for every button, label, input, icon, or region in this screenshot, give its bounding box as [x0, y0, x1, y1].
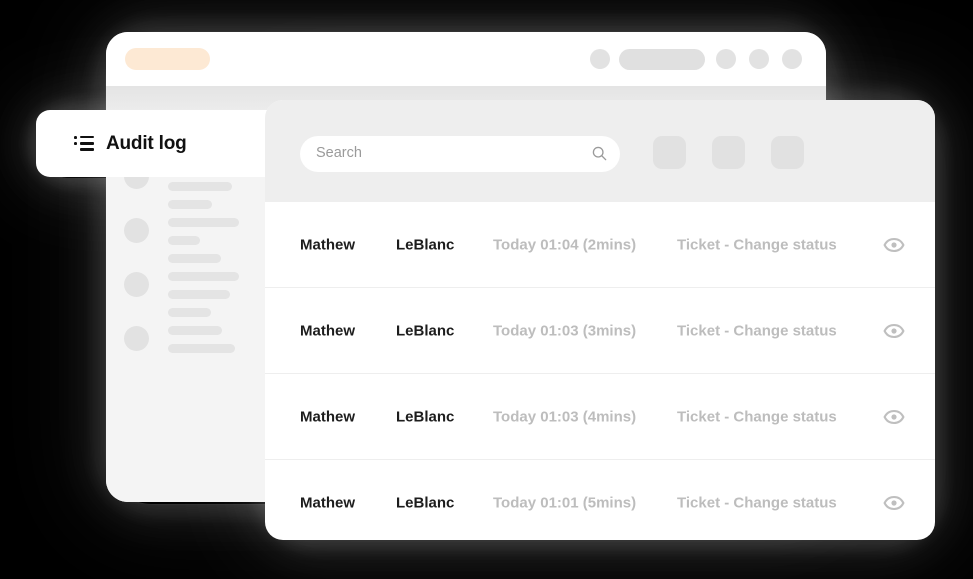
- toolbar-circle-icon-1[interactable]: [590, 49, 610, 69]
- table-row[interactable]: Mathew LeBlanc Today 01:01 (5mins) Ticke…: [265, 460, 935, 540]
- skeleton-avatar: [124, 218, 149, 243]
- search-placeholder: Search: [316, 145, 362, 161]
- toolbar-pill-placeholder[interactable]: [619, 49, 705, 70]
- audit-log-card[interactable]: Audit log: [36, 110, 286, 177]
- skeleton-avatar: [124, 326, 149, 351]
- table-row[interactable]: Mathew LeBlanc Today 01:03 (4mins) Ticke…: [265, 374, 935, 460]
- audit-log-rows: Mathew LeBlanc Today 01:04 (2mins) Ticke…: [265, 202, 935, 540]
- row-action: Ticket - Change status: [677, 236, 837, 253]
- skeleton-bar: [168, 182, 232, 191]
- search-input[interactable]: Search: [300, 136, 620, 172]
- toolbar-circle-icon-4[interactable]: [782, 49, 802, 69]
- window-toolbar: [106, 32, 826, 86]
- row-first-name: Mathew: [300, 494, 356, 511]
- skeleton-bar: [168, 236, 200, 245]
- row-timestamp: Today 01:01 (5mins): [493, 494, 637, 511]
- table-row[interactable]: Mathew LeBlanc Today 01:04 (2mins) Ticke…: [265, 202, 935, 288]
- skeleton-bar: [168, 218, 239, 227]
- skeleton-bar: [168, 254, 221, 263]
- view-details-button[interactable]: [883, 492, 905, 514]
- row-action: Ticket - Change status: [677, 322, 837, 339]
- export-button[interactable]: [771, 136, 804, 169]
- skeleton-bar: [168, 308, 211, 317]
- skeleton-bar: [168, 272, 239, 281]
- row-timestamp: Today 01:03 (4mins): [493, 408, 637, 425]
- eye-icon: [883, 237, 905, 252]
- row-last-name: LeBlanc: [396, 322, 455, 339]
- row-first-name: Mathew: [300, 322, 356, 339]
- audit-log-title: Audit log: [106, 132, 187, 154]
- search-icon[interactable]: [592, 146, 607, 161]
- eye-icon: [883, 495, 905, 510]
- table-toolbar: Search: [265, 100, 935, 202]
- row-timestamp: Today 01:03 (3mins): [493, 322, 637, 339]
- toolbar-circle-icon-3[interactable]: [749, 49, 769, 69]
- skeleton-bar: [168, 290, 230, 299]
- row-first-name: Mathew: [300, 236, 356, 253]
- skeleton-bar: [168, 344, 235, 353]
- list-icon: [74, 135, 94, 151]
- toolbar-circle-icon-2[interactable]: [716, 49, 736, 69]
- view-details-button[interactable]: [883, 406, 905, 428]
- skeleton-bar: [168, 326, 222, 335]
- table-row[interactable]: Mathew LeBlanc Today 01:03 (3mins) Ticke…: [265, 288, 935, 374]
- row-last-name: LeBlanc: [396, 236, 455, 253]
- row-timestamp: Today 01:04 (2mins): [493, 236, 637, 253]
- row-first-name: Mathew: [300, 408, 356, 425]
- eye-icon: [883, 323, 905, 338]
- audit-log-table-panel: Search Mathew LeBlanc Today 01:04 (2mins…: [265, 100, 935, 540]
- view-details-button[interactable]: [883, 320, 905, 342]
- row-action: Ticket - Change status: [677, 494, 837, 511]
- row-last-name: LeBlanc: [396, 408, 455, 425]
- row-last-name: LeBlanc: [396, 494, 455, 511]
- skeleton-bar: [168, 200, 212, 209]
- view-details-button[interactable]: [883, 234, 905, 256]
- screenshot-stage: Audit log Search Mathew LeBlanc Today 01…: [0, 0, 973, 579]
- filter-button[interactable]: [653, 136, 686, 169]
- sort-button[interactable]: [712, 136, 745, 169]
- eye-icon: [883, 409, 905, 424]
- url-bar-placeholder[interactable]: [125, 48, 210, 70]
- row-action: Ticket - Change status: [677, 408, 837, 425]
- skeleton-avatar: [124, 272, 149, 297]
